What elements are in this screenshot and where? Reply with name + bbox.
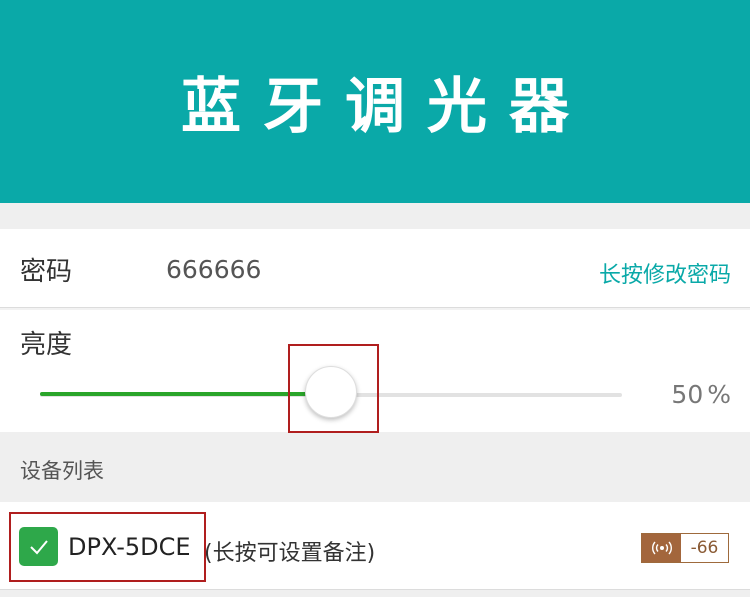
spacer bbox=[0, 590, 750, 597]
signal-badge: -66 bbox=[641, 533, 729, 563]
change-password-link[interactable]: 长按修改密码 bbox=[599, 257, 731, 289]
device-checkbox[interactable] bbox=[19, 527, 58, 566]
brightness-row: 亮度 50% bbox=[0, 310, 750, 432]
password-row: 密码 666666 长按修改密码 bbox=[0, 229, 750, 308]
slider-thumb[interactable] bbox=[305, 366, 357, 418]
checkmark-icon bbox=[29, 539, 48, 554]
brightness-unit: % bbox=[707, 380, 731, 409]
brightness-value: 50 bbox=[671, 380, 704, 409]
password-label: 密码 bbox=[20, 257, 73, 287]
signal-rssi: -66 bbox=[681, 534, 728, 562]
app-title: 蓝牙调光器 bbox=[181, 72, 591, 142]
spacer bbox=[0, 203, 750, 229]
brightness-slider[interactable] bbox=[40, 366, 622, 418]
slider-fill bbox=[40, 392, 331, 396]
device-list-title: 设备列表 bbox=[20, 459, 104, 483]
password-value: 666666 bbox=[166, 255, 262, 284]
device-list-item[interactable]: DPX-5DCE (长按可设置备注) -66 bbox=[0, 502, 750, 590]
signal-broadcast-icon bbox=[642, 534, 681, 562]
device-name[interactable]: DPX-5DCE bbox=[68, 533, 191, 561]
device-hint: (长按可设置备注) bbox=[204, 541, 376, 566]
device-list-header: 设备列表 bbox=[0, 432, 750, 502]
brightness-value-readout: 50% bbox=[667, 380, 731, 409]
brightness-label: 亮度 bbox=[20, 330, 73, 360]
app-header: 蓝牙调光器 bbox=[0, 0, 750, 203]
